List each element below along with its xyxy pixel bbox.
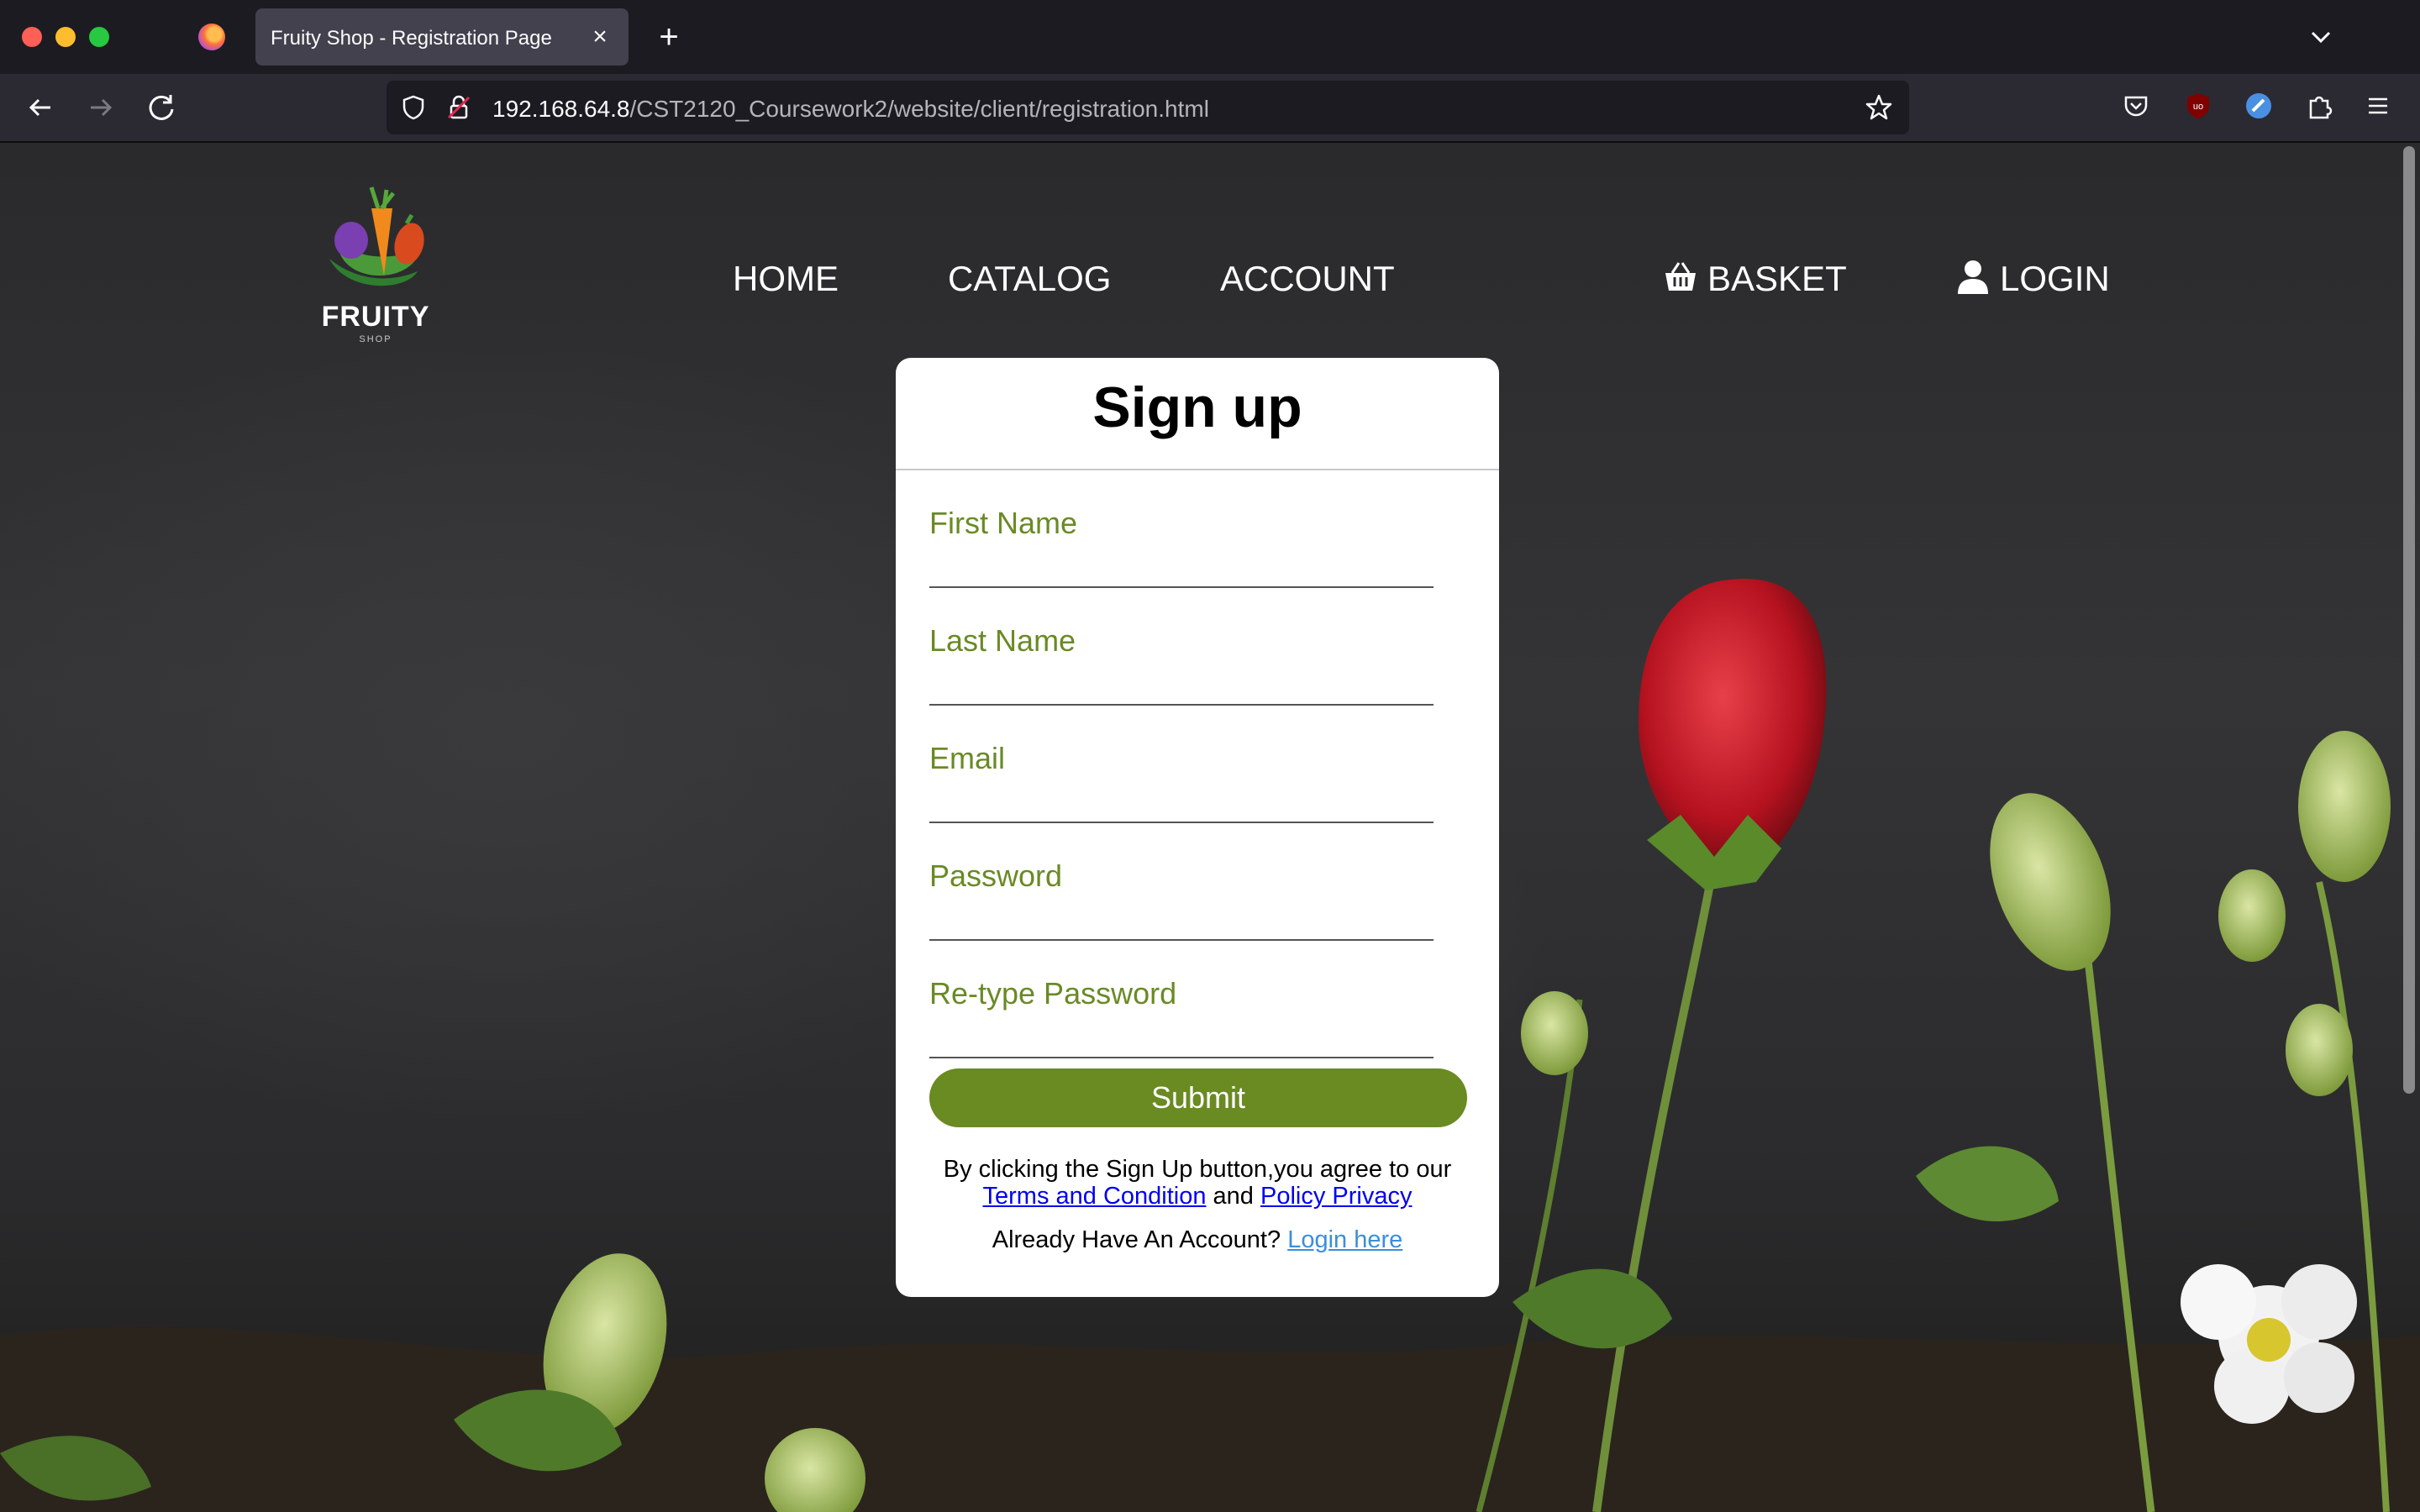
last-name-input[interactable] xyxy=(929,670,1434,706)
tab-close-button[interactable]: × xyxy=(583,20,617,54)
forward-button[interactable] xyxy=(81,87,121,128)
pocket-icon[interactable] xyxy=(2121,91,2151,121)
svg-text:uo: uo xyxy=(2193,102,2203,112)
login-prompt-text: Already Have An Account? xyxy=(992,1226,1281,1253)
password-input[interactable] xyxy=(929,906,1434,941)
reload-button[interactable] xyxy=(141,87,182,128)
terms-and-text: and xyxy=(1213,1183,1254,1210)
browser-tab-bar: Fruity Shop - Registration Page × + xyxy=(0,0,2420,74)
terms-notice: By clicking the Sign Up button,you agree… xyxy=(896,1156,1499,1210)
basket-icon xyxy=(1665,262,1696,291)
terms-notice-text: By clicking the Sign Up button,you agree… xyxy=(943,1156,1452,1183)
nav-basket-link[interactable]: BASKET xyxy=(1662,259,1847,299)
insecure-lock-icon[interactable] xyxy=(444,92,474,123)
shield-icon[interactable] xyxy=(398,92,429,123)
tab-title: Fruity Shop - Registration Page xyxy=(271,27,552,50)
reload-icon xyxy=(149,95,174,120)
first-name-field: First Name xyxy=(929,506,1434,606)
retype-password-input[interactable] xyxy=(929,1023,1434,1058)
password-field: Password xyxy=(929,858,1434,959)
logo-wordmark: FRUITY xyxy=(321,301,430,333)
arrow-left-icon xyxy=(29,98,50,117)
nav-home-link[interactable]: HOME xyxy=(733,259,839,299)
login-here-link[interactable]: Login here xyxy=(1287,1226,1402,1253)
firefox-view-icon[interactable] xyxy=(198,24,225,50)
ublock-icon[interactable]: uo xyxy=(2183,91,2213,121)
puzzle-icon[interactable] xyxy=(2304,91,2334,121)
password-label: Password xyxy=(929,858,1063,893)
retype-password-label: Re-type Password xyxy=(929,976,1177,1011)
nav-login-link[interactable]: LOGIN xyxy=(1954,259,2110,299)
fruit-basket-icon xyxy=(329,186,424,286)
chevron-down-icon[interactable] xyxy=(2301,17,2341,57)
star-icon[interactable] xyxy=(1864,92,1894,123)
signup-card: Sign up First Name Last Name Email Passw… xyxy=(896,358,1499,1297)
new-tab-button[interactable]: + xyxy=(649,17,689,57)
url-bar[interactable]: 192.168.64.8/CST2120_Coursework2/website… xyxy=(387,81,1909,134)
arrow-right-icon xyxy=(91,98,113,117)
first-name-input[interactable] xyxy=(929,553,1434,588)
login-prompt: Already Have An Account? Login here xyxy=(896,1226,1499,1254)
email-label: Email xyxy=(929,741,1006,775)
terms-link[interactable]: Terms and Condition xyxy=(983,1183,1207,1210)
url-text[interactable]: 192.168.64.8/CST2120_Coursework2/website… xyxy=(492,96,1209,123)
back-button[interactable] xyxy=(20,87,60,128)
page-scrollbar[interactable] xyxy=(2403,146,2415,1094)
maximize-window-button[interactable] xyxy=(89,27,109,47)
browser-toolbar: 192.168.64.8/CST2120_Coursework2/website… xyxy=(0,74,2420,143)
hamburger-menu-icon[interactable] xyxy=(2363,91,2393,121)
email-field: Email xyxy=(929,741,1434,842)
logo-subtitle: SHOP xyxy=(359,334,392,344)
minimize-window-button[interactable] xyxy=(55,27,76,47)
nav-basket-label: BASKET xyxy=(1707,259,1847,298)
extension-icon[interactable] xyxy=(2244,91,2274,121)
nav-login-label: LOGIN xyxy=(2000,259,2110,298)
submit-button[interactable]: Submit xyxy=(929,1068,1467,1127)
email-input[interactable] xyxy=(929,788,1434,823)
browser-tab[interactable]: Fruity Shop - Registration Page × xyxy=(255,8,629,66)
last-name-label: Last Name xyxy=(929,623,1076,658)
privacy-link[interactable]: Policy Privacy xyxy=(1260,1183,1413,1210)
close-window-button[interactable] xyxy=(22,27,42,47)
card-divider xyxy=(896,469,1499,470)
nav-account-link[interactable]: ACCOUNT xyxy=(1220,259,1395,299)
url-path: /CST2120_Coursework2/website/client/regi… xyxy=(629,96,1209,122)
url-host: 192.168.64.8 xyxy=(492,96,630,122)
retype-password-field: Re-type Password xyxy=(929,976,1434,1077)
fruity-shop-logo[interactable]: FRUITY SHOP xyxy=(313,183,439,360)
user-icon xyxy=(1958,260,1988,294)
nav-catalog-link[interactable]: CATALOG xyxy=(948,259,1111,299)
page-background: FRUITY SHOP HOME CATALOG ACCOUNT BASKET … xyxy=(0,143,2420,1512)
signup-title: Sign up xyxy=(1092,375,1302,439)
first-name-label: First Name xyxy=(929,506,1078,540)
last-name-field: Last Name xyxy=(929,623,1434,724)
